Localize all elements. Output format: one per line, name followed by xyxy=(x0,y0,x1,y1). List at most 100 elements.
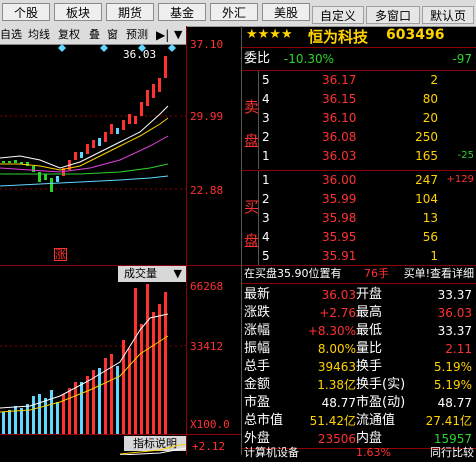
volume-axis-mid: 33412 xyxy=(190,340,224,353)
divider xyxy=(258,171,259,265)
industry-label[interactable]: 计算机设备 xyxy=(244,444,299,462)
indicator-value: +2.12 xyxy=(192,440,226,453)
stock-code: 603496 xyxy=(386,27,445,43)
stat-value: 1.38亿 xyxy=(317,378,356,392)
peer-compare-link[interactable]: 同行比较 xyxy=(430,444,474,462)
sell-change: -25 xyxy=(457,150,474,161)
buy-price: 35.99 xyxy=(322,192,357,206)
stat-label: 涨跌 xyxy=(244,305,271,320)
sell-level: 5 xyxy=(262,73,270,87)
stat-value: 2.11 xyxy=(445,342,472,356)
buy-label-char: 买 xyxy=(244,198,260,216)
tab-multi-window[interactable]: 多窗口 xyxy=(366,6,420,24)
volume-chart xyxy=(0,284,186,434)
stock-header: ★★★★ 恒为科技 603496 xyxy=(242,26,476,46)
toolbar-overlay[interactable]: 叠 xyxy=(89,27,100,43)
buy-price: 36.00 xyxy=(322,173,357,187)
sell-row[interactable]: 4 36.15 80 xyxy=(260,90,474,108)
stat-label: 量比 xyxy=(356,341,383,356)
buy-change: +129 xyxy=(446,174,474,185)
stat-label: 最新 xyxy=(244,287,271,302)
notice-count: 76手 xyxy=(364,267,389,280)
weibi-diff: -97 xyxy=(452,52,472,66)
buy-level: 2 xyxy=(262,192,270,206)
sell-price: 36.17 xyxy=(322,73,357,87)
tab-default-page[interactable]: 默认页 xyxy=(422,6,474,24)
stat-label: 总手 xyxy=(244,359,271,374)
candlestick-chart xyxy=(0,44,186,192)
buy-price: 35.95 xyxy=(322,230,357,244)
tab-sector[interactable]: 板块 xyxy=(54,3,102,21)
sell-row[interactable]: 3 36.10 20 xyxy=(260,109,474,127)
buy-volume: 104 xyxy=(415,192,438,206)
indicator-chart xyxy=(120,444,186,455)
sell-row[interactable]: 5 36.17 2 xyxy=(260,71,474,89)
tab-futures[interactable]: 期货 xyxy=(106,3,154,21)
notice-link[interactable]: 买单!查看详细 xyxy=(404,265,474,283)
stat-value: +2.76 xyxy=(319,306,356,320)
stat-value: 36.03 xyxy=(437,306,472,320)
buy-row[interactable]: 4 35.95 56 xyxy=(260,228,474,246)
stat-label: 最高 xyxy=(356,305,383,320)
toolbar-watchlist[interactable]: 自选 xyxy=(0,27,22,43)
sell-volume: 250 xyxy=(415,130,438,144)
chevron-down-icon[interactable]: ▼ xyxy=(174,27,182,43)
sell-row[interactable]: 2 36.08 250 xyxy=(260,128,474,146)
sell-row[interactable]: 1 36.03 165 -25 xyxy=(260,147,474,165)
buy-label: 买 盘 xyxy=(244,190,259,258)
toolbar-adjust[interactable]: 复权 xyxy=(58,27,80,43)
sell-volume: 80 xyxy=(422,92,438,106)
industry-row: 计算机设备 1.63% 同行比较 xyxy=(244,444,476,462)
tab-us-stock[interactable]: 美股 xyxy=(262,3,310,21)
chart-axis-divider xyxy=(186,26,187,455)
sell-label: 卖 盘 xyxy=(244,90,259,158)
buy-row[interactable]: 2 35.99 104 xyxy=(260,190,474,208)
sell-price: 36.15 xyxy=(322,92,357,106)
stat-value: 8.00% xyxy=(317,342,356,356)
notice-text: 在买盘35.90位置有 xyxy=(244,267,342,280)
sell-label-char: 卖 xyxy=(244,98,260,116)
toolbar-forecast[interactable]: 预测 xyxy=(126,27,148,43)
tab-forex[interactable]: 外汇 xyxy=(210,3,258,21)
buy-volume: 247 xyxy=(415,173,438,187)
sell-level: 3 xyxy=(262,111,270,125)
sell-volume: 20 xyxy=(422,111,438,125)
top-tab-bar: 个股 板块 期货 基金 外汇 美股 自定义 多窗口 默认页 xyxy=(0,0,476,27)
sell-price: 36.03 xyxy=(322,149,357,163)
stat-row: 最新 36.03 开盘 33.37 xyxy=(244,286,474,304)
industry-pct: 1.63% xyxy=(356,446,391,459)
sell-level: 1 xyxy=(262,149,270,163)
volume-axis-bottom: X100.0 xyxy=(190,418,230,431)
volume-selector[interactable]: 成交量 ▼ xyxy=(118,266,186,282)
stat-value: 51.42亿 xyxy=(309,414,356,428)
stat-row: 总市值 51.42亿 流通值 27.41亿 xyxy=(244,412,474,430)
limit-badge: 涨 xyxy=(54,248,67,261)
toolbar-ma[interactable]: 均线 xyxy=(28,27,50,43)
expand-icon[interactable]: ▶| xyxy=(156,27,169,43)
buy-row[interactable]: 3 35.98 13 xyxy=(260,209,474,227)
buy-volume: 56 xyxy=(422,230,438,244)
buy-volume: 13 xyxy=(422,211,438,225)
tab-custom[interactable]: 自定义 xyxy=(312,6,364,24)
tab-stock[interactable]: 个股 xyxy=(2,3,50,21)
divider xyxy=(258,71,259,169)
stat-label: 开盘 xyxy=(356,287,383,302)
toolbar-window[interactable]: 窗 xyxy=(107,27,118,43)
stat-row: 市盈 48.77 市盈(动) 48.77 xyxy=(244,394,474,412)
buy-row[interactable]: 5 35.91 1 xyxy=(260,247,474,265)
sell-level: 2 xyxy=(262,130,270,144)
stat-value: 27.41亿 xyxy=(425,414,472,428)
stat-label: 换手(实) xyxy=(356,377,406,392)
stat-value: +8.30% xyxy=(307,324,356,338)
panel-divider xyxy=(241,26,242,455)
buy-level: 1 xyxy=(262,173,270,187)
tab-fund[interactable]: 基金 xyxy=(158,3,206,21)
sell-volume: 165 xyxy=(415,149,438,163)
stat-value: 33.37 xyxy=(437,324,472,338)
buy-row[interactable]: 1 36.00 247 +129 xyxy=(260,171,474,189)
divider xyxy=(242,283,476,284)
stat-row: 涨跌 +2.76 最高 36.03 xyxy=(244,304,474,322)
stat-label: 振幅 xyxy=(244,341,271,356)
weibi-pct: -10.30% xyxy=(283,52,334,66)
rating-stars: ★★★★ xyxy=(246,27,293,42)
